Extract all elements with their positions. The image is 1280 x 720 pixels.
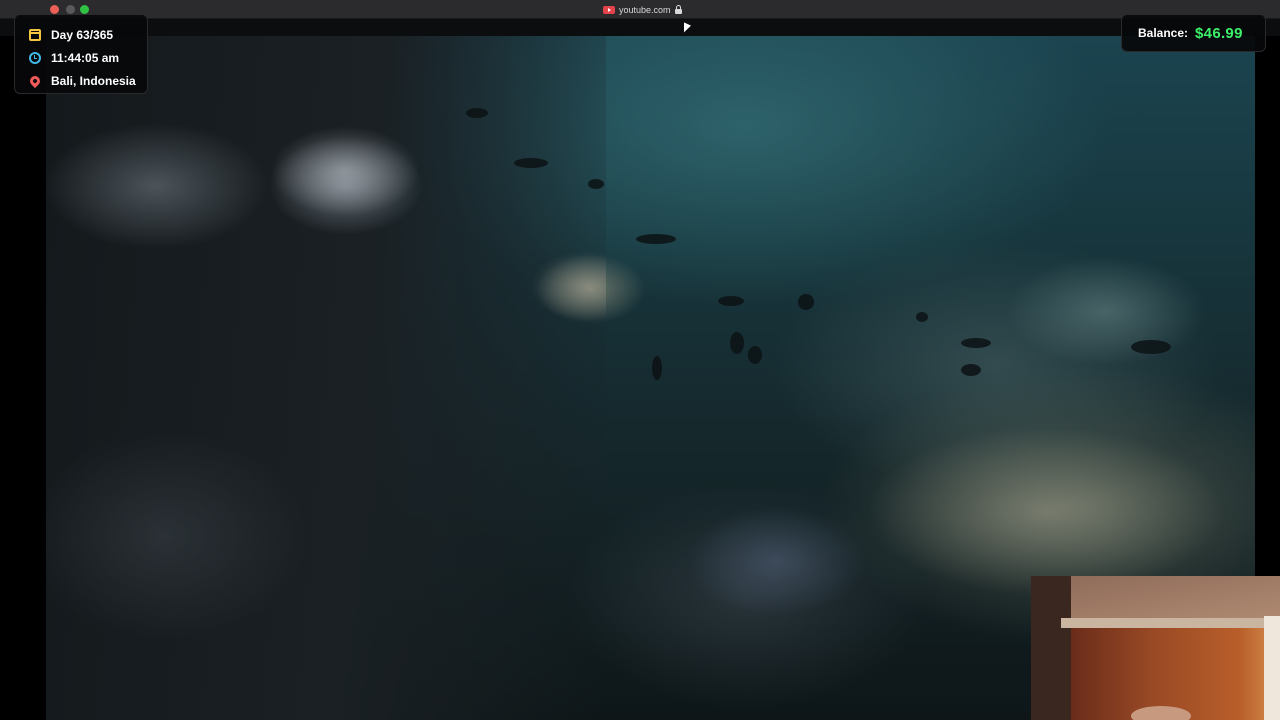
- fish: [1131, 340, 1171, 354]
- youtube-icon: [603, 5, 615, 14]
- location-pin-icon: [27, 73, 43, 88]
- coral-formation: [1006, 256, 1206, 366]
- balance-overlay: Balance: $46.99: [1121, 14, 1266, 52]
- time-text: 11:44:05 am: [51, 50, 120, 65]
- fish: [652, 356, 662, 380]
- fish: [636, 234, 676, 244]
- day-counter: Day 63/365: [29, 23, 147, 46]
- stream-screen: youtube.com Day 63/365 11:44:05 am Bali,…: [0, 0, 1280, 720]
- page-top-strip: [0, 19, 1280, 36]
- clock-icon: [29, 51, 41, 64]
- fish: [730, 332, 744, 354]
- webcam-trim: [1061, 618, 1280, 628]
- calendar-icon: [29, 28, 41, 41]
- webcam-window-light: [1264, 616, 1280, 720]
- browser-title-bar: youtube.com: [0, 0, 1280, 19]
- location: Bali, Indonesia: [27, 69, 147, 92]
- fish: [466, 108, 488, 118]
- stream-info-overlay: Day 63/365 11:44:05 am Bali, Indonesia: [14, 14, 148, 94]
- maximize-window-button[interactable]: [80, 5, 89, 14]
- minimize-window-button[interactable]: [66, 5, 75, 14]
- address-bar[interactable]: youtube.com: [603, 3, 682, 16]
- webcam-wardrobe: [1071, 626, 1280, 720]
- location-text: Bali, Indonesia: [51, 73, 136, 88]
- fish: [961, 338, 991, 348]
- coral-formation: [270, 126, 420, 216]
- local-time: 11:44:05 am: [29, 46, 147, 69]
- fish: [798, 294, 814, 310]
- url-text: youtube.com: [619, 4, 671, 15]
- close-window-button[interactable]: [50, 5, 59, 14]
- fish: [916, 312, 928, 322]
- fish: [514, 158, 548, 168]
- balance-value: $46.99: [1195, 24, 1243, 42]
- webcam-wall: [1031, 576, 1071, 720]
- fish: [588, 179, 604, 189]
- webcam-feed: [1031, 576, 1280, 720]
- day-text: Day 63/365: [51, 27, 114, 42]
- lock-icon: [674, 5, 682, 14]
- webcam-person: [1131, 706, 1191, 720]
- fish: [748, 346, 762, 364]
- balance-label: Balance:: [1138, 26, 1189, 40]
- coral-formation: [686, 506, 866, 616]
- coral-formation: [866, 426, 1226, 596]
- fish: [718, 296, 744, 306]
- fish: [961, 364, 981, 376]
- coral-formation: [536, 254, 646, 324]
